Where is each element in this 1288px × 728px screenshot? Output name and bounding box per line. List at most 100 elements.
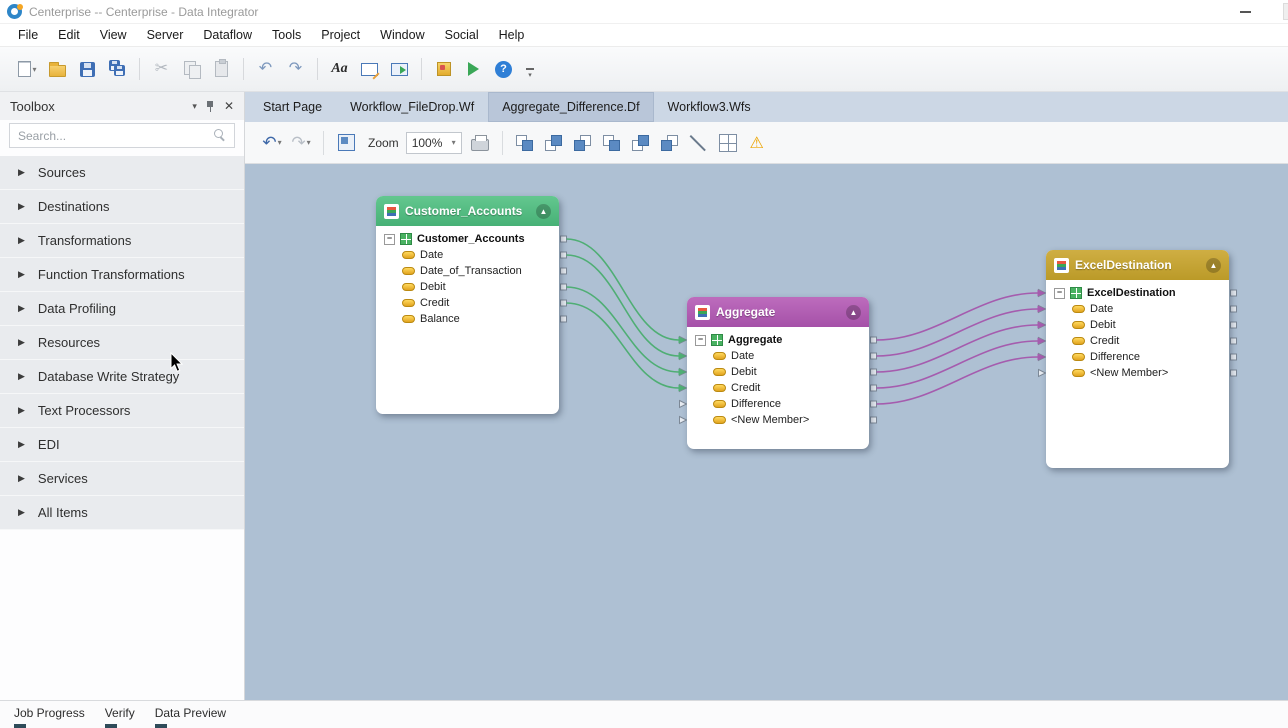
toolbox-item-function-transformations[interactable]: ▶Function Transformations — [0, 258, 244, 292]
tree-field-row[interactable]: Credit — [1046, 333, 1229, 349]
save-all-button[interactable] — [104, 56, 131, 83]
tree-field-row[interactable]: Credit — [376, 295, 559, 311]
tree-root-row[interactable]: Aggregate — [687, 332, 869, 348]
copy-button[interactable] — [178, 56, 205, 83]
font-button[interactable]: Aa — [326, 56, 353, 83]
align-center-button[interactable] — [543, 130, 565, 156]
menu-edit[interactable]: Edit — [48, 26, 90, 44]
play-icon — [468, 62, 479, 76]
tab-aggregate-difference[interactable]: Aggregate_Difference.Df — [488, 92, 653, 122]
align-left-button[interactable] — [514, 130, 536, 156]
zoom-select[interactable]: 100%▾ — [406, 132, 462, 154]
undo-button[interactable]: ↶ — [252, 56, 279, 83]
align-top-button[interactable] — [572, 130, 594, 156]
tree-field-row[interactable]: Credit — [687, 380, 869, 396]
redo-button[interactable]: ↷▾ — [290, 130, 312, 156]
tree-field-row[interactable]: Date — [1046, 301, 1229, 317]
collapse-expander-icon[interactable] — [1054, 288, 1065, 299]
menu-project[interactable]: Project — [311, 26, 370, 44]
tree-field-row[interactable]: Debit — [1046, 317, 1229, 333]
node-header[interactable]: Customer_Accounts ▲ — [376, 196, 559, 226]
cut-button[interactable]: ✂ — [148, 56, 175, 83]
collapse-expander-icon[interactable] — [384, 234, 395, 245]
text-editor-button[interactable] — [356, 56, 383, 83]
tree-field-row[interactable]: Debit — [687, 364, 869, 380]
collapse-node-button[interactable]: ▲ — [536, 204, 551, 219]
toolbox-item-edi[interactable]: ▶EDI — [0, 428, 244, 462]
tree-field-row[interactable]: Date — [376, 247, 559, 263]
tab-workflow-filedrop[interactable]: Workflow_FileDrop.Wf — [336, 92, 488, 122]
menu-help[interactable]: Help — [489, 26, 535, 44]
toolbox-item-resources[interactable]: ▶Resources — [0, 326, 244, 360]
save-icon — [80, 62, 95, 77]
window-button-partial[interactable] — [1283, 3, 1288, 20]
toolbox-item-transformations[interactable]: ▶Transformations — [0, 224, 244, 258]
tree-field-row[interactable]: Difference — [687, 396, 869, 412]
grid-toggle-button[interactable] — [717, 130, 739, 156]
paste-button[interactable] — [208, 56, 235, 83]
select-tool-button[interactable] — [335, 130, 357, 156]
tab-workflow3[interactable]: Workflow3.Wfs — [654, 92, 765, 122]
tree-field-row[interactable]: Debit — [376, 279, 559, 295]
status-tab-data-preview[interactable]: Data Preview — [147, 701, 234, 728]
redo-icon: ↷ — [291, 133, 305, 153]
data-source-button[interactable] — [430, 56, 457, 83]
menu-file[interactable]: File — [8, 26, 48, 44]
draw-link-button[interactable] — [688, 130, 710, 156]
toolbar-overflow-button[interactable]: ▾ — [526, 68, 534, 79]
tree-root-row[interactable]: ExcelDestination — [1046, 285, 1229, 301]
menu-window[interactable]: Window — [370, 26, 434, 44]
collapse-node-button[interactable]: ▲ — [846, 305, 861, 320]
open-folder-icon — [49, 65, 66, 77]
tree-root-row[interactable]: Customer_Accounts — [376, 231, 559, 247]
toolbox-search-input[interactable] — [18, 129, 213, 143]
collapse-expander-icon[interactable] — [695, 335, 706, 346]
menu-social[interactable]: Social — [435, 26, 489, 44]
node-header[interactable]: Aggregate ▲ — [687, 297, 869, 327]
toolbox-item-all-items[interactable]: ▶All Items — [0, 496, 244, 530]
tree-field-row[interactable]: Difference — [1046, 349, 1229, 365]
align-middle-button[interactable] — [601, 130, 623, 156]
collapse-node-button[interactable]: ▲ — [1206, 258, 1221, 273]
toolbox-item-sources[interactable]: ▶Sources — [0, 156, 244, 190]
status-tab-verify[interactable]: Verify — [97, 701, 143, 728]
node-excel-destination[interactable]: ExcelDestination ▲ ExcelDestination Date… — [1046, 250, 1229, 468]
edit-box-icon — [361, 63, 378, 76]
open-button[interactable] — [44, 56, 71, 83]
node-customer-accounts[interactable]: Customer_Accounts ▲ Customer_Accounts Da… — [376, 196, 559, 414]
close-icon[interactable]: ✕ — [224, 100, 234, 112]
toolbox-item-data-profiling[interactable]: ▶Data Profiling — [0, 292, 244, 326]
menu-server[interactable]: Server — [137, 26, 194, 44]
node-aggregate[interactable]: Aggregate ▲ Aggregate Date Debit Credit … — [687, 297, 869, 449]
menu-view[interactable]: View — [90, 26, 137, 44]
toolbox-menu-button[interactable]: ▾ — [192, 101, 197, 112]
align-right-button[interactable] — [630, 130, 652, 156]
minimize-button[interactable] — [1230, 0, 1260, 24]
tab-start-page[interactable]: Start Page — [249, 92, 336, 122]
toolbox-item-text-processors[interactable]: ▶Text Processors — [0, 394, 244, 428]
warnings-button[interactable]: ⚠ — [746, 130, 768, 156]
align-bottom-button[interactable] — [659, 130, 681, 156]
undo-button[interactable]: ↶▾ — [261, 130, 283, 156]
tree-field-row[interactable]: Date_of_Transaction — [376, 263, 559, 279]
redo-button[interactable]: ↷ — [282, 56, 309, 83]
toolbox-item-database-write-strategy[interactable]: ▶Database Write Strategy — [0, 360, 244, 394]
save-button[interactable] — [74, 56, 101, 83]
menu-tools[interactable]: Tools — [262, 26, 311, 44]
print-button[interactable] — [469, 130, 491, 156]
status-tab-job-progress[interactable]: Job Progress — [6, 701, 93, 728]
dataflow-canvas[interactable]: Customer_Accounts ▲ Customer_Accounts Da… — [245, 164, 1288, 700]
tree-field-row[interactable]: <New Member> — [687, 412, 869, 428]
tree-field-row[interactable]: Balance — [376, 311, 559, 327]
run-dataflow-button[interactable] — [386, 56, 413, 83]
help-button[interactable]: ? — [490, 56, 517, 83]
menu-dataflow[interactable]: Dataflow — [193, 26, 262, 44]
pin-icon[interactable] — [206, 100, 215, 113]
toolbox-item-destinations[interactable]: ▶Destinations — [0, 190, 244, 224]
tree-field-row[interactable]: Date — [687, 348, 869, 364]
new-dataflow-button[interactable]: ▾ — [14, 56, 41, 83]
tree-field-row[interactable]: <New Member> — [1046, 365, 1229, 381]
toolbox-item-services[interactable]: ▶Services — [0, 462, 244, 496]
node-header[interactable]: ExcelDestination ▲ — [1046, 250, 1229, 280]
verify-run-button[interactable] — [460, 56, 487, 83]
